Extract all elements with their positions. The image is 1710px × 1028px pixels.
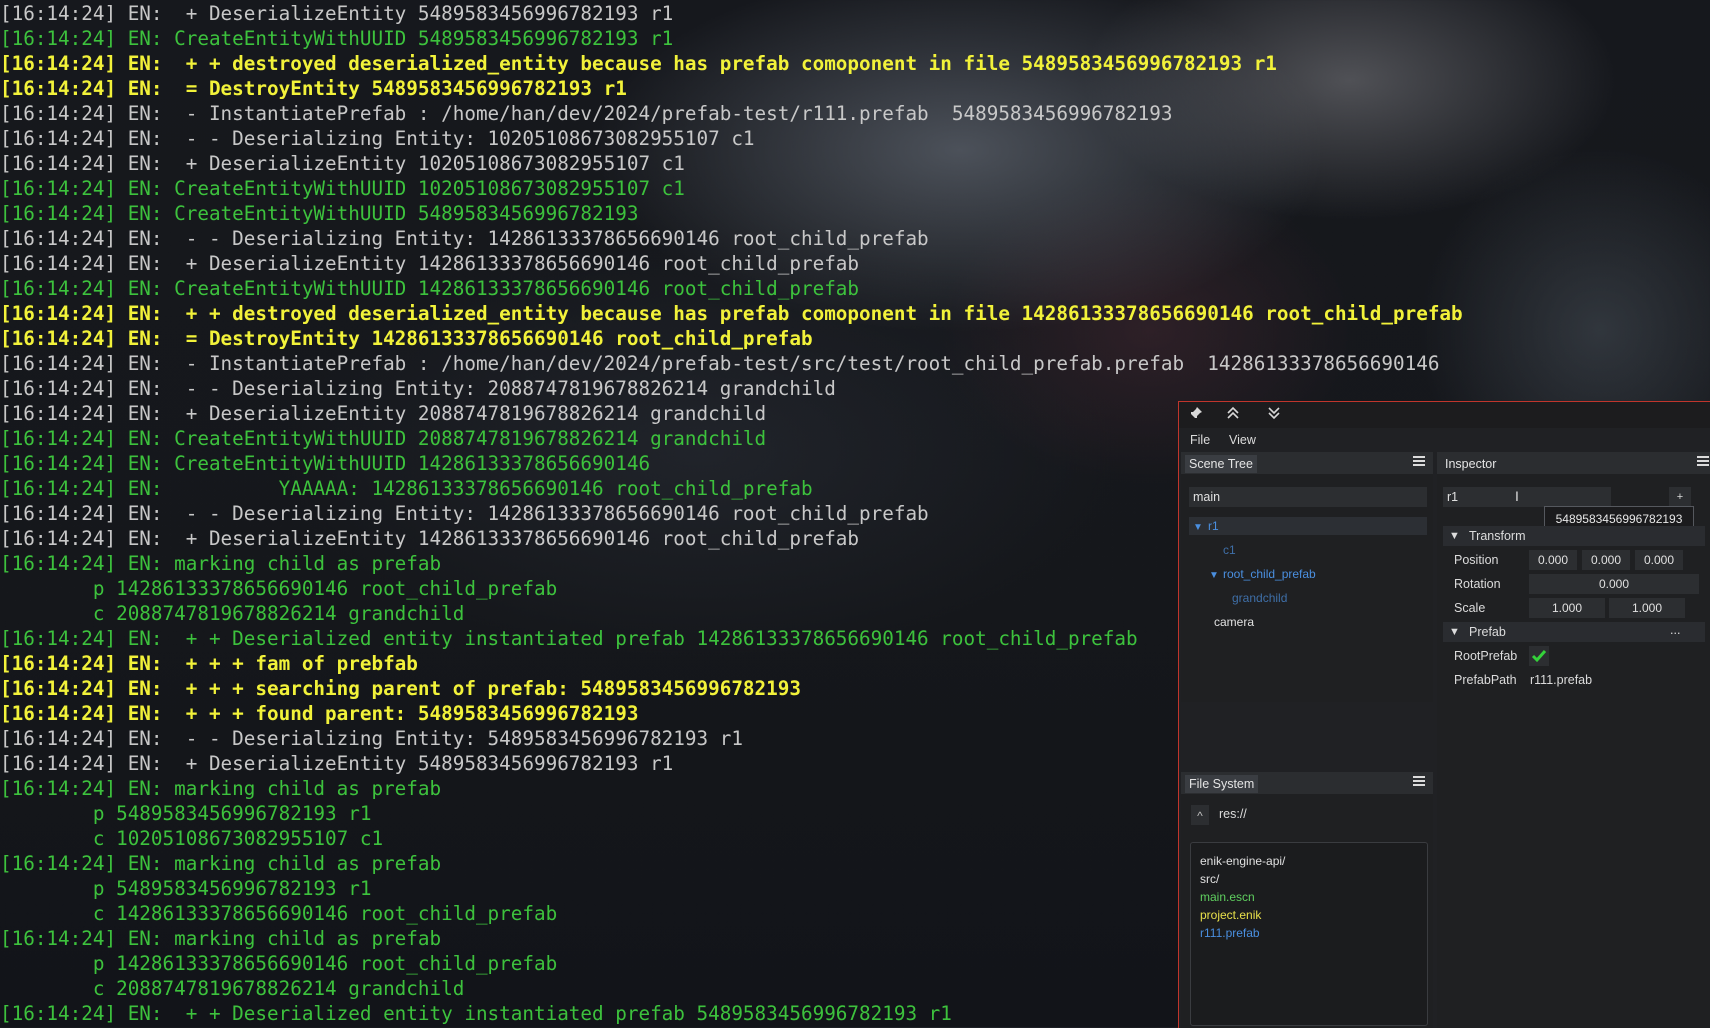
root-prefab-checkbox[interactable] [1529, 646, 1549, 666]
prefab-section-header[interactable]: ▼ Prefab ... [1443, 622, 1705, 642]
log-line: [16:14:24] EN: CreateEntityWithUUID 5489… [0, 202, 639, 225]
menu-bar: File View [1179, 428, 1710, 452]
scene-tree-panel: Scene Tree main ▼ r1 c1 ▼ root_child_prefa… [1181, 452, 1433, 702]
entity-name-field[interactable]: r1 [1443, 487, 1611, 507]
scale-x-field[interactable]: 1.000 [1529, 598, 1605, 618]
prefab-more-button[interactable]: ... [1670, 620, 1680, 640]
tree-node-label: root_child_prefab [1223, 567, 1316, 581]
scale-y-field[interactable]: 1.000 [1609, 598, 1685, 618]
scene-filter-input[interactable]: main [1189, 487, 1427, 507]
tree-node-grandchild[interactable]: grandchild [1232, 589, 1287, 607]
tab-inspector[interactable]: Inspector [1441, 455, 1500, 473]
file-list: enik-engine-api/ src/ main.escn project.… [1190, 842, 1428, 1026]
tree-node-c1[interactable]: c1 [1223, 541, 1236, 559]
expand-triangle-icon[interactable]: ▼ [1193, 519, 1205, 537]
log-line: [16:14:24] EN: - - Deserializing Entity:… [0, 127, 755, 150]
root-prefab-label: RootPrefab [1454, 649, 1518, 663]
tree-node-label: grandchild [1232, 591, 1288, 605]
file-entry[interactable]: project.enik [1200, 906, 1261, 924]
rotation-label: Rotation [1454, 577, 1501, 591]
log-line: [16:14:24] EN: CreateEntityWithUUID 1020… [0, 177, 685, 200]
checkmark-icon [1531, 650, 1547, 663]
expand-triangle-icon[interactable]: ▼ [1209, 567, 1221, 585]
log-line: [16:14:24] EN: - InstantiatePrefab : /ho… [0, 102, 1173, 125]
log-line: [16:14:24] EN: - InstantiatePrefab : /ho… [0, 352, 1440, 375]
log-line: [16:14:24] EN: + DeserializeEntity 54895… [0, 2, 674, 25]
log-line: [16:14:24] EN: CreateEntityWithUUID 1428… [0, 277, 860, 300]
position-label: Position [1454, 553, 1499, 567]
transform-section-header[interactable]: ▼ Transform [1443, 526, 1705, 546]
tree-node-label: r1 [1208, 519, 1219, 533]
inspector-panel: Inspector r1 + I 5489583456996782193 ▼ T… [1437, 452, 1710, 1028]
tree-node-r1[interactable]: ▼ r1 [1189, 517, 1427, 535]
tree-node-camera[interactable]: camera [1214, 613, 1254, 631]
position-x-field[interactable]: 0.000 [1529, 550, 1577, 570]
scale-label: Scale [1454, 601, 1486, 615]
editor-titlebar [1179, 402, 1710, 428]
file-entry[interactable]: src/ [1200, 870, 1219, 888]
inspector-header: Inspector [1437, 452, 1710, 474]
log-line: [16:14:24] EN: + DeserializeEntity 14286… [0, 252, 860, 275]
prefab-path-label: PrefabPath [1454, 673, 1517, 687]
collapse-triangle-icon[interactable]: ▼ [1449, 526, 1460, 546]
log-line: [16:14:24] EN: = DestroyEntity 142861333… [0, 327, 813, 350]
tree-node-label: c1 [1223, 543, 1236, 557]
menu-view[interactable]: View [1229, 433, 1256, 447]
file-system-panel: File System ^ res:// enik-engine-api/ sr… [1181, 772, 1433, 1028]
log-line: [16:14:24] EN: + DeserializeEntity 10205… [0, 152, 685, 175]
add-component-button[interactable]: + [1669, 487, 1691, 507]
transform-title: Transform [1469, 529, 1526, 543]
position-z-field[interactable]: 0.000 [1635, 550, 1683, 570]
rotation-field[interactable]: 0.000 [1529, 574, 1699, 594]
log-line: [16:14:24] EN: = DestroyEntity 548958345… [0, 77, 627, 100]
prefab-path-value[interactable]: r111.prefab [1530, 673, 1592, 687]
pin-icon[interactable] [1187, 406, 1205, 424]
parent-dir-button[interactable]: ^ [1191, 805, 1209, 825]
tab-scene-tree[interactable]: Scene Tree [1185, 455, 1257, 473]
menu-file[interactable]: File [1190, 433, 1210, 447]
file-entry[interactable]: enik-engine-api/ [1200, 852, 1285, 870]
current-path: res:// [1219, 807, 1247, 821]
log-line: [16:14:24] EN: - - Deserializing Entity:… [0, 227, 929, 250]
scene-tree-header: Scene Tree [1181, 452, 1433, 474]
scene-tree-menu-icon[interactable] [1413, 456, 1425, 468]
tab-file-system[interactable]: File System [1185, 775, 1259, 793]
file-entry[interactable]: main.escn [1200, 888, 1255, 906]
chevron-double-up-icon[interactable] [1224, 406, 1242, 424]
log-line: [16:14:24] EN: + + destroyed deserialize… [0, 52, 1277, 75]
inspector-menu-icon[interactable] [1697, 456, 1709, 468]
log-line: [16:14:24] EN: + + destroyed deserialize… [0, 302, 1463, 325]
file-system-menu-icon[interactable] [1413, 776, 1425, 788]
collapse-triangle-icon[interactable]: ▼ [1449, 622, 1460, 642]
tree-node-label: camera [1214, 615, 1255, 629]
text-cursor-icon: I [1515, 488, 1519, 504]
position-y-field[interactable]: 0.000 [1582, 550, 1630, 570]
editor-window: File View Scene Tree main ▼ r1 c1 ▼ root_c… [1178, 401, 1710, 1028]
log-line: [16:14:24] EN: - - Deserializing Entity:… [0, 377, 836, 400]
file-entry[interactable]: r111.prefab [1200, 924, 1260, 942]
prefab-title: Prefab [1469, 625, 1506, 639]
file-system-header: File System [1181, 772, 1433, 794]
tree-node-root-child-prefab[interactable]: ▼ root_child_prefab [1209, 565, 1316, 583]
chevron-double-down-icon[interactable] [1265, 406, 1283, 424]
log-line: [16:14:24] EN: CreateEntityWithUUID 5489… [0, 27, 674, 50]
